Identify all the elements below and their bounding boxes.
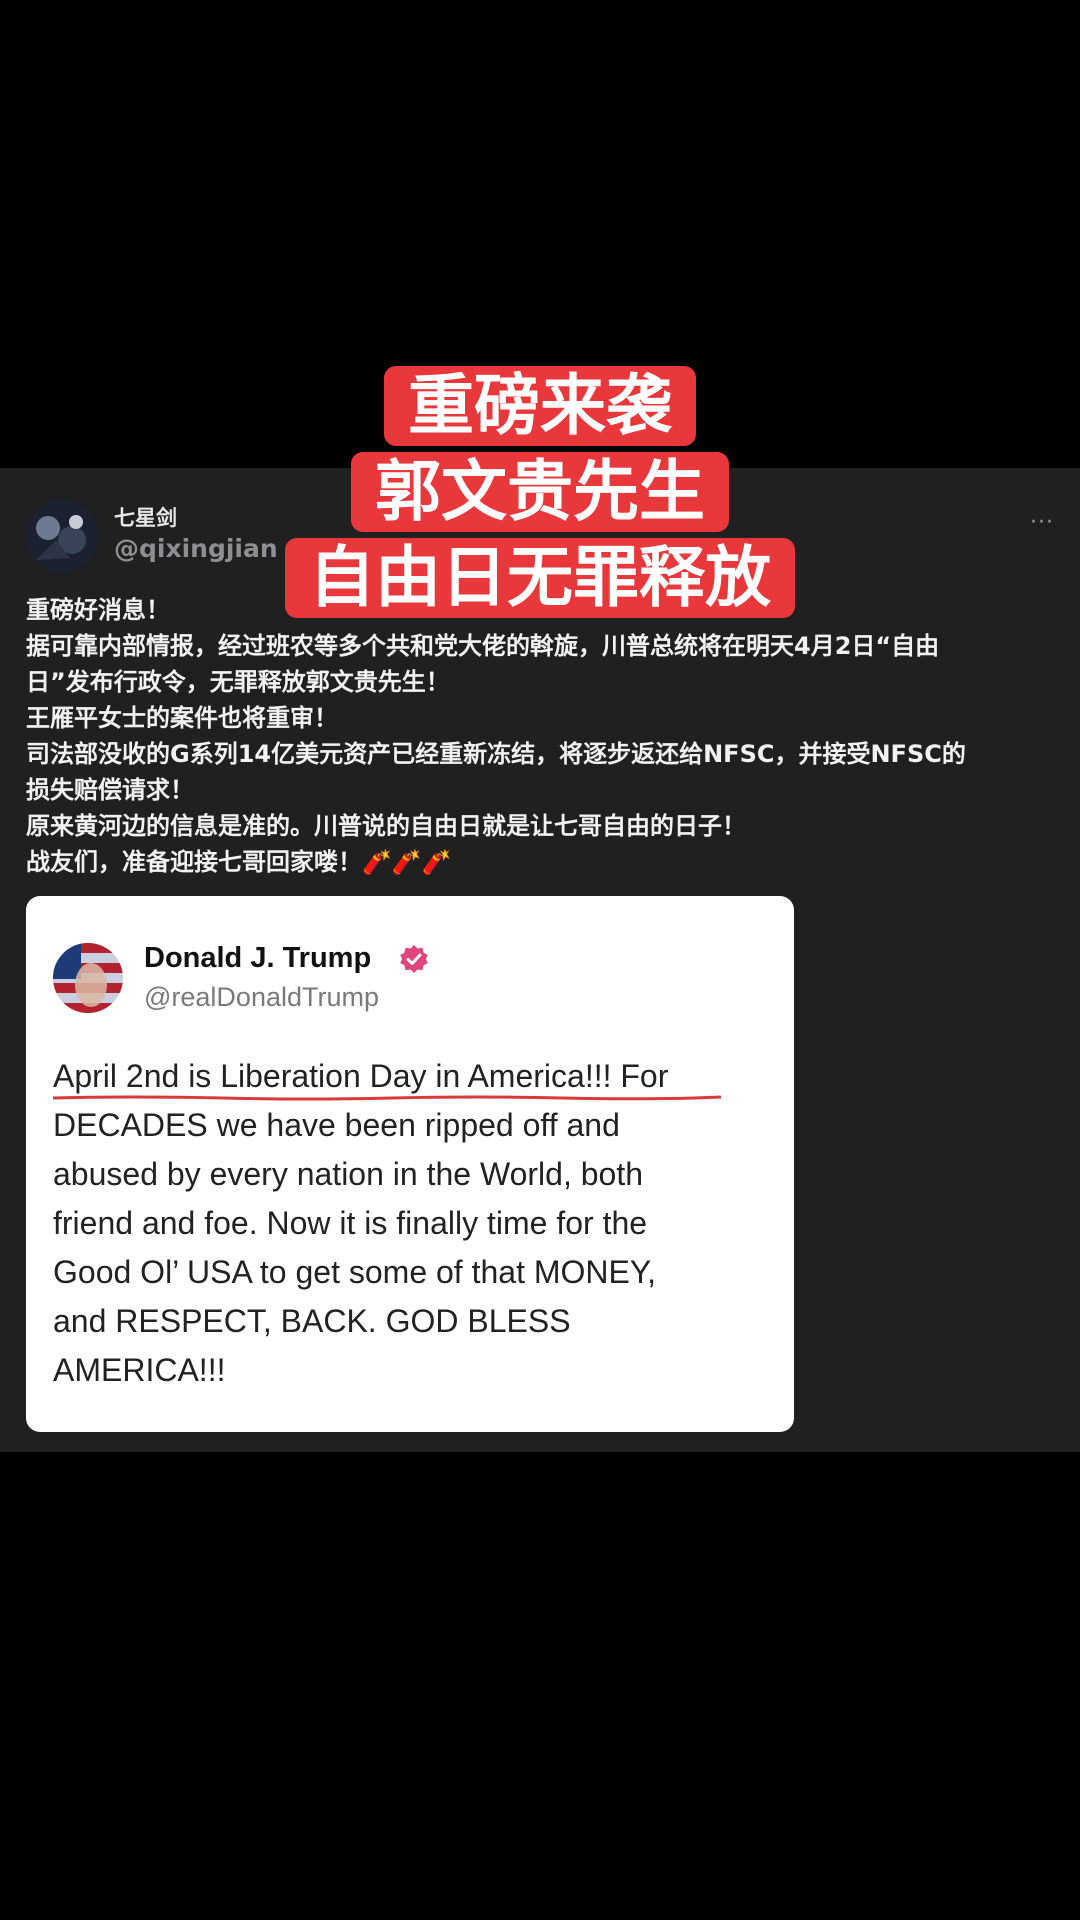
- card-handle: @realDonaldTrump: [144, 982, 379, 1012]
- post-text: 重磅好消息！ 据可靠内部情报，经过班农等多个共和党大佬的斡旋，川普总统将在明天4…: [26, 592, 1056, 880]
- card-line: Good Ol’ USA to get some of that MONEY,: [53, 1254, 656, 1290]
- headline-row: 重磅来袭: [0, 366, 1080, 446]
- embedded-image-card[interactable]: Donald J. Trump @realDonaldTrump April 2…: [26, 896, 794, 1432]
- headline-line: 重磅来袭: [384, 366, 696, 446]
- card-line: abused by every nation in the World, bot…: [53, 1156, 643, 1192]
- post-line: 损失赔偿请求！: [26, 776, 194, 804]
- verified-icon: [400, 945, 428, 973]
- post-line: 原来黄河边的信息是准的。川普说的自由日就是让七哥自由的日子！: [26, 812, 746, 840]
- card-line: friend and foe. Now it is finally time f…: [53, 1205, 648, 1241]
- headline-row: 郭文贵先生: [0, 452, 1080, 532]
- post-line: 王雁平女士的案件也将重审！: [26, 704, 338, 732]
- post-line: 据可靠内部情报，经过班农等多个共和党大佬的斡旋，川普总统将在明天4月2日“自由: [26, 632, 940, 660]
- card-text: April 2nd is Liberation Day in America!!…: [53, 1052, 783, 1395]
- card-line: and RESPECT, BACK. GOD BLESS: [53, 1303, 571, 1339]
- card-name: Donald J. Trump: [144, 942, 372, 974]
- headline-row: 自由日无罪释放: [0, 538, 1080, 618]
- card-avatar: [53, 943, 123, 1013]
- post-line: 司法部没收的G系列14亿美元资产已经重新冻结，将逐步返还给NFSC，并接受NFS…: [26, 740, 966, 768]
- headline-line: 郭文贵先生: [351, 452, 729, 532]
- red-underline: [53, 1095, 721, 1101]
- card-line: April 2nd is Liberation Day in America!!…: [53, 1058, 669, 1094]
- post-line: 日”发布行政令，无罪释放郭文贵先生！: [26, 668, 450, 696]
- card-line: DECADES we have been ripped off and: [53, 1107, 620, 1143]
- headline-line: 自由日无罪释放: [285, 538, 795, 618]
- post-line: 战友们，准备迎接七哥回家喽！🧨🧨🧨: [26, 848, 452, 876]
- card-line: AMERICA!!!: [53, 1352, 226, 1388]
